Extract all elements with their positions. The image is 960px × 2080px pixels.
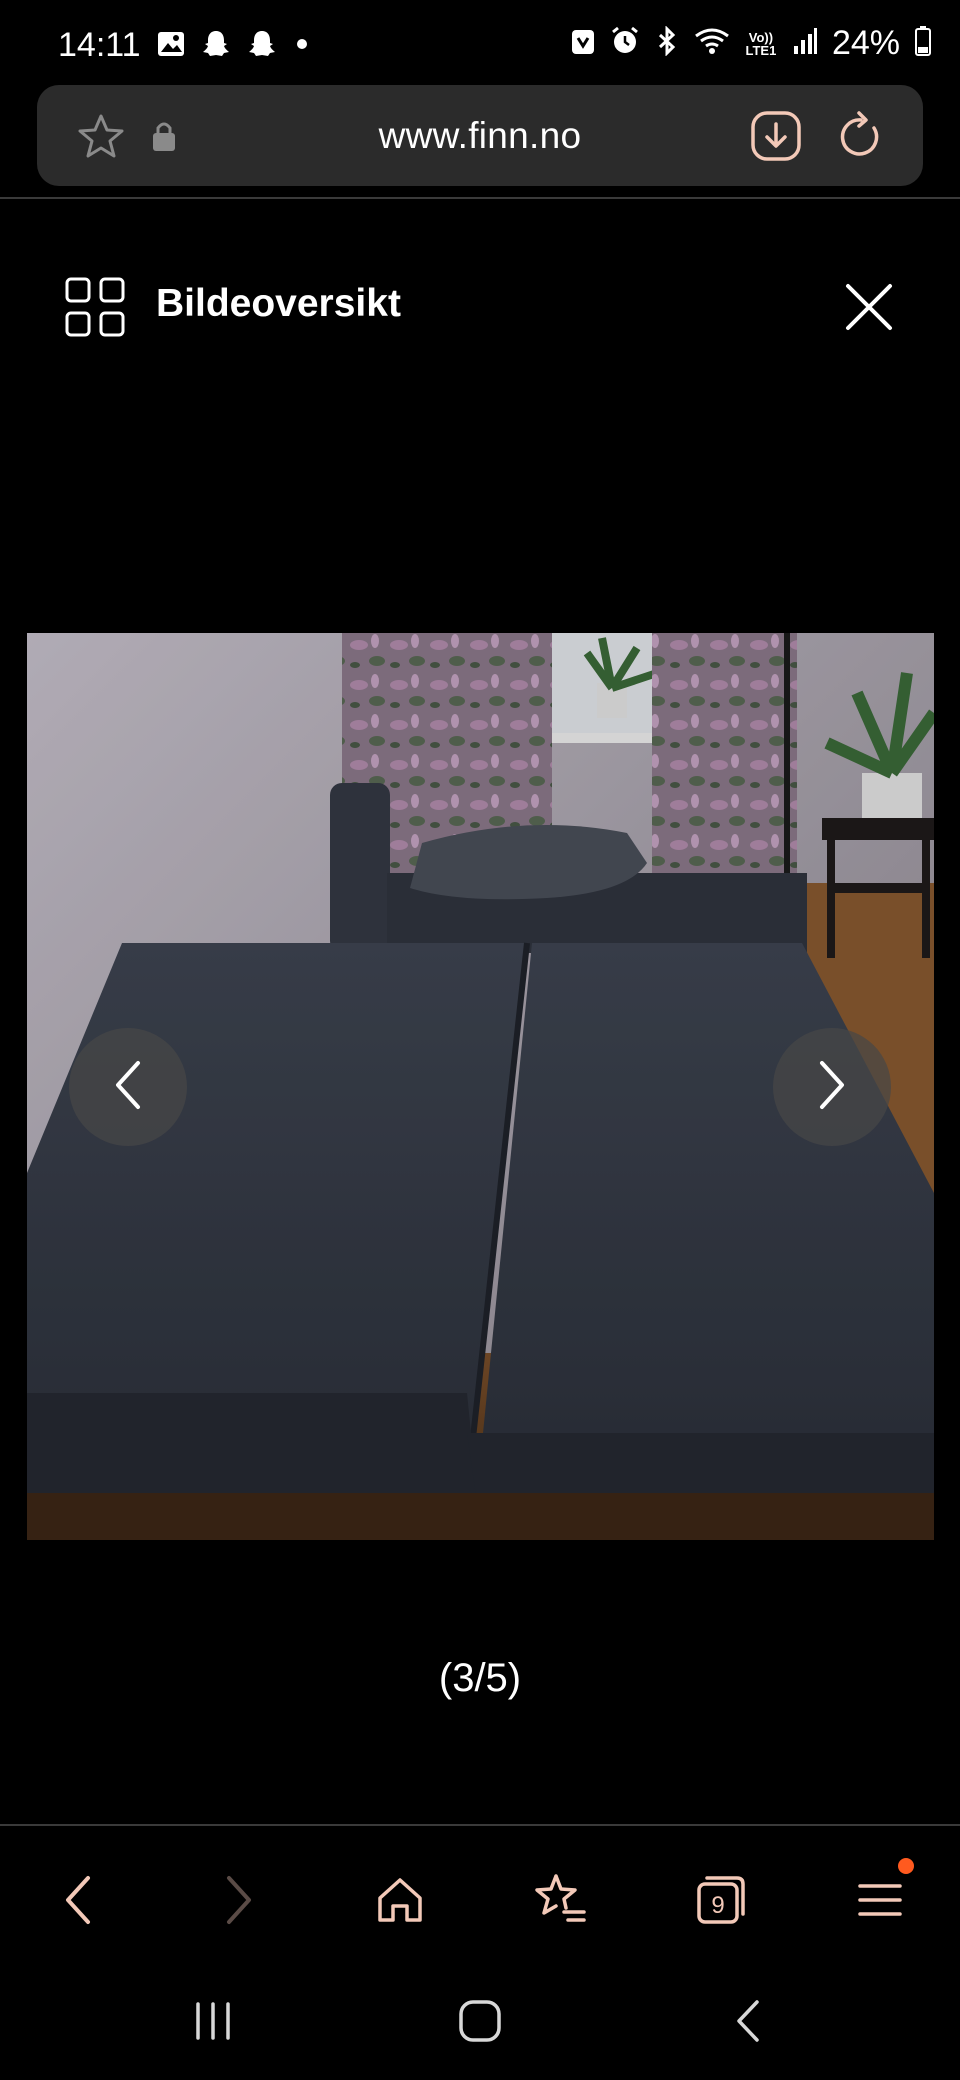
back-button-icon[interactable]	[710, 1986, 790, 2056]
status-bar: 14:11 Vo)) LTE1 24%	[0, 0, 960, 86]
dot-icon	[292, 34, 312, 59]
next-image-button[interactable]	[773, 1028, 891, 1146]
top-divider	[0, 197, 960, 199]
previous-image-button[interactable]	[69, 1028, 187, 1146]
home-button-icon[interactable]	[440, 1986, 520, 2056]
chevron-right-icon	[810, 1055, 854, 1120]
back-icon[interactable]	[38, 1860, 118, 1940]
wifi-icon	[694, 26, 730, 61]
chevron-left-icon	[106, 1055, 150, 1120]
signal-icon	[792, 26, 818, 61]
recents-icon[interactable]	[173, 1986, 253, 2056]
alarm-icon	[610, 26, 640, 61]
image-icon	[156, 29, 186, 64]
svg-text:9: 9	[711, 1892, 724, 1919]
status-right-icons: Vo)) LTE1 24%	[570, 24, 932, 63]
notification-badge	[898, 1858, 914, 1874]
reload-icon[interactable]	[833, 109, 887, 168]
overview-title[interactable]: Bildeoversikt	[156, 282, 401, 326]
snapchat-icon	[246, 28, 278, 65]
image-overview-header: Bildeoversikt	[64, 276, 894, 338]
home-icon[interactable]	[360, 1860, 440, 1940]
close-icon[interactable]	[838, 276, 900, 343]
tabs-icon[interactable]: 9	[681, 1860, 761, 1940]
battery-level: 24%	[831, 24, 900, 62]
menu-icon[interactable]	[840, 1858, 920, 1940]
status-time: 14:11	[58, 26, 141, 64]
snapchat-icon	[200, 28, 232, 65]
system-navigation-bar	[0, 1956, 960, 2080]
battery-icon	[914, 25, 932, 62]
nfc-icon	[570, 26, 596, 61]
forward-icon[interactable]	[199, 1860, 279, 1940]
volte-icon: Vo)) LTE1	[745, 29, 777, 58]
bookmarks-icon[interactable]	[520, 1860, 600, 1940]
grid-icon[interactable]	[64, 276, 126, 343]
download-icon[interactable]	[749, 109, 803, 168]
bluetooth-icon	[654, 25, 680, 61]
browser-bottom-nav: 9	[0, 1826, 960, 1956]
image-counter: (3/5)	[438, 1656, 522, 1700]
url-bar[interactable]: www.finn.no	[37, 85, 923, 186]
status-left-icons	[156, 28, 312, 65]
